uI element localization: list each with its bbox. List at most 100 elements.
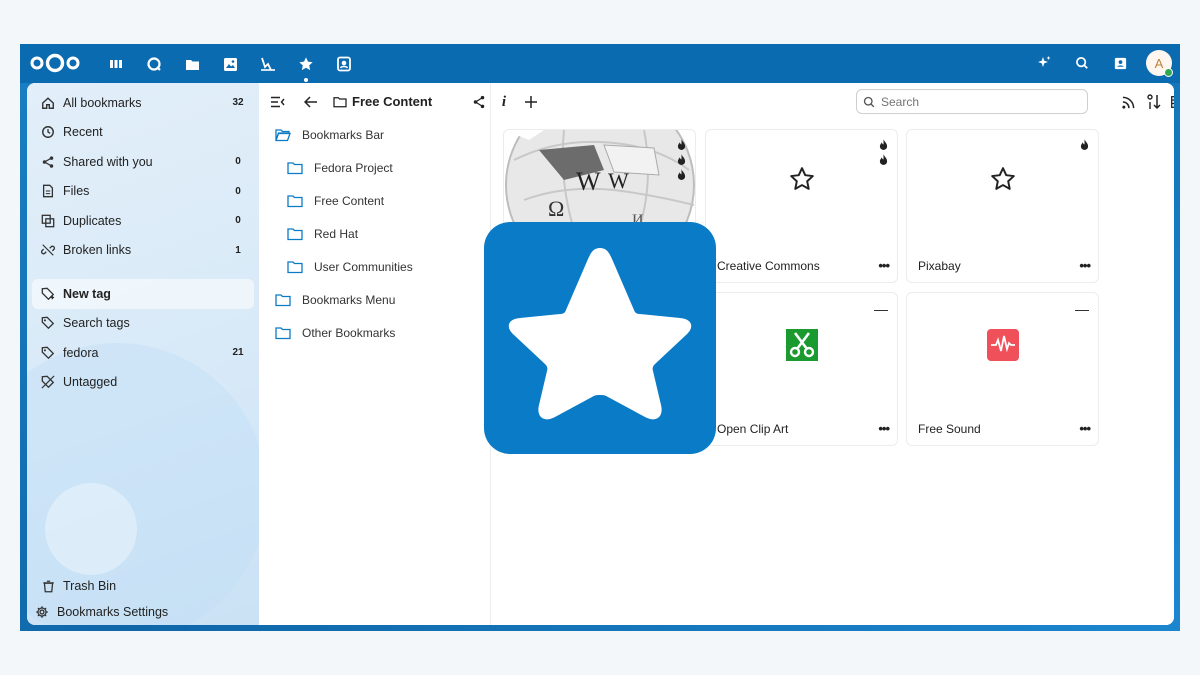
sidebar-item-all-bookmarks[interactable]: All bookmarks 32 xyxy=(32,88,254,118)
more-actions-button[interactable]: ••• xyxy=(878,258,890,273)
back-arrow-icon[interactable] xyxy=(301,93,319,111)
nextcloud-logo[interactable] xyxy=(30,53,80,73)
minus-icon: — xyxy=(1075,301,1089,317)
fire-icon xyxy=(677,154,686,165)
unified-search-icon[interactable] xyxy=(1070,51,1094,75)
fire-icon xyxy=(677,139,686,150)
share-folder-button[interactable] xyxy=(470,93,488,111)
photos-icon[interactable] xyxy=(218,52,242,76)
bookmark-title: Pixabay xyxy=(918,259,961,273)
content-toolbar: Free Content i xyxy=(259,83,1174,121)
fire-icon xyxy=(1080,139,1089,150)
count-badge: 0 xyxy=(235,185,241,197)
gear-icon xyxy=(34,604,50,620)
sidebar-item-label: Shared with you xyxy=(63,154,153,169)
sidebar-item-duplicates[interactable]: Duplicates 0 xyxy=(32,206,254,236)
sidebar-item-broken-links[interactable]: Broken links 1 xyxy=(32,236,254,266)
list-view-button[interactable] xyxy=(1170,93,1174,111)
folder-icon xyxy=(275,326,291,339)
sidebar-item-new-tag[interactable]: New tag xyxy=(32,279,254,309)
sidebar-item-shared[interactable]: Shared with you 0 xyxy=(32,147,254,177)
sidebar-item-label: Search tags xyxy=(63,316,130,331)
sidebar-item-label: Untagged xyxy=(63,375,118,390)
folder-label: Bookmarks Bar xyxy=(302,127,385,142)
folder-bookmarks-bar[interactable]: Bookmarks Bar xyxy=(275,118,485,151)
count-badge: 1 xyxy=(235,244,241,256)
sound-wave-icon xyxy=(986,329,1019,361)
activity-icon[interactable] xyxy=(256,52,280,76)
sidebar-item-label: fedora xyxy=(63,345,99,360)
count-badge: 32 xyxy=(232,97,244,108)
flag-icons xyxy=(1080,139,1089,151)
bookmarks-app-icon[interactable] xyxy=(294,52,318,82)
folder-free-content[interactable]: Free Content xyxy=(275,184,485,217)
sidebar-item-settings[interactable]: Bookmarks Settings xyxy=(32,599,254,625)
sidebar-item-search-tags[interactable]: Search tags xyxy=(32,309,254,339)
folder-icon xyxy=(287,227,303,240)
bookmark-card-pixabay[interactable]: Pixabay ••• xyxy=(906,129,1099,283)
sidebar-item-files[interactable]: Files 0 xyxy=(32,177,254,207)
folder-red-hat[interactable]: Red Hat xyxy=(275,217,485,250)
search-input[interactable] xyxy=(881,94,1071,109)
folder-bookmarks-menu[interactable]: Bookmarks Menu xyxy=(275,283,485,316)
bookmark-title: Creative Commons xyxy=(717,259,820,273)
folder-other-bookmarks[interactable]: Other Bookmarks xyxy=(275,316,485,349)
folder-open-icon xyxy=(275,128,291,141)
bookmark-title: Open Clip Art xyxy=(717,422,789,436)
fire-icon xyxy=(677,169,686,180)
sidebar-item-tag-fedora[interactable]: fedora 21 xyxy=(32,338,254,368)
scissors-icon xyxy=(785,329,818,361)
search-icon xyxy=(863,96,875,107)
sidebar-item-untagged[interactable]: Untagged xyxy=(32,368,254,398)
toggle-sidebar-button[interactable] xyxy=(269,93,287,111)
bookmark-title: Free Sound xyxy=(918,422,981,436)
star-outline-icon xyxy=(789,167,814,190)
sidebar-item-label: Files xyxy=(63,184,90,199)
history-icon xyxy=(40,124,56,140)
folder-label: Free Content xyxy=(314,193,385,208)
add-button[interactable] xyxy=(522,93,540,111)
rss-feed-button[interactable] xyxy=(1119,93,1137,111)
trash-icon xyxy=(40,578,56,594)
folder-fedora-project[interactable]: Fedora Project xyxy=(275,151,485,184)
folder-icon xyxy=(287,161,303,174)
bookmark-card-creative-commons[interactable]: Creative Commons ••• xyxy=(705,129,898,283)
more-actions-button[interactable]: ••• xyxy=(1079,258,1091,273)
more-actions-button[interactable]: ••• xyxy=(1079,421,1091,436)
files-icon[interactable] xyxy=(180,52,204,76)
search-app-icon[interactable] xyxy=(142,52,166,76)
search-box[interactable] xyxy=(856,89,1088,114)
sidebar-item-label: Recent xyxy=(63,125,103,140)
current-folder-title: Free Content xyxy=(333,94,432,109)
more-actions-button[interactable]: ••• xyxy=(878,421,890,436)
bookmark-card-open-clip-art[interactable]: — Open Clip Art ••• xyxy=(705,292,898,446)
svg-text:Ω: Ω xyxy=(548,196,564,221)
fire-icon xyxy=(879,154,888,165)
svg-text:W: W xyxy=(576,167,601,196)
navigation-sidebar: All bookmarks 32 Recent Shared with you … xyxy=(27,83,267,625)
sidebar-item-label: New tag xyxy=(63,286,111,301)
info-button[interactable]: i xyxy=(495,93,513,111)
wikipedia-globe-image: W W Ω И xyxy=(504,130,695,230)
dashboard-icon[interactable] xyxy=(104,52,128,76)
user-avatar[interactable]: A xyxy=(1146,50,1173,77)
sort-button[interactable] xyxy=(1145,93,1163,111)
folder-label: Red Hat xyxy=(314,226,359,241)
online-status-dot xyxy=(1164,68,1173,77)
bookmark-card-free-sound[interactable]: — Free Sound ••• xyxy=(906,292,1099,446)
folder-user-communities[interactable]: User Communities xyxy=(275,250,485,283)
broken-link-icon xyxy=(40,242,56,258)
star-icon xyxy=(508,248,692,420)
fire-icon xyxy=(879,139,888,150)
sidebar-item-trash-bin[interactable]: Trash Bin xyxy=(32,573,254,599)
share-icon xyxy=(40,154,56,170)
flag-icons xyxy=(677,139,686,181)
contacts-menu-icon[interactable] xyxy=(1108,51,1132,75)
assistant-sparkle-icon[interactable] xyxy=(1032,51,1056,75)
folder-icon xyxy=(287,260,303,273)
flag-icons xyxy=(879,139,888,166)
sidebar-item-recent[interactable]: Recent xyxy=(32,118,254,148)
star-outline-icon xyxy=(990,167,1015,190)
contacts-app-icon[interactable] xyxy=(332,52,356,76)
